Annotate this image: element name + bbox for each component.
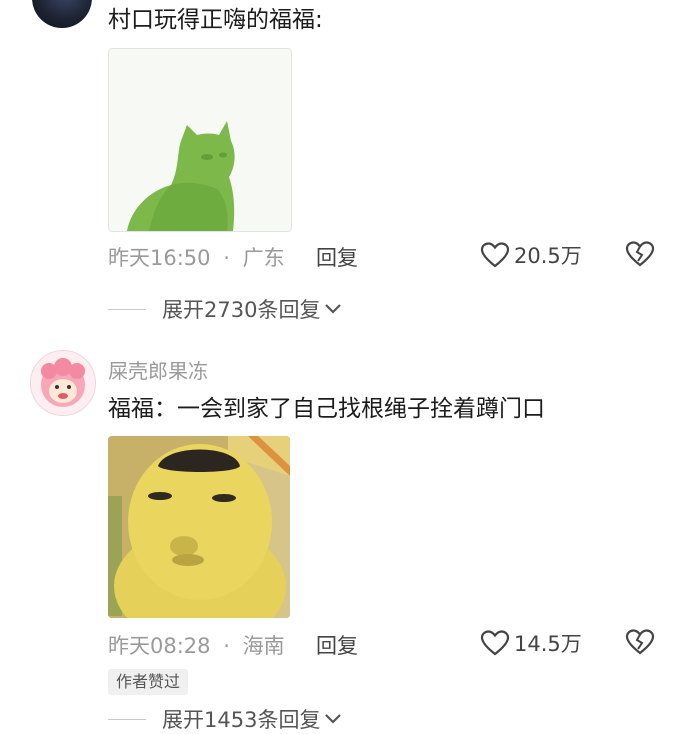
chevron-down-icon — [324, 713, 342, 725]
comment-location: 海南 — [242, 634, 285, 658]
dislike-button[interactable] — [625, 628, 655, 656]
broken-heart-icon — [625, 240, 655, 268]
meta-separator: · — [223, 246, 230, 270]
chevron-down-icon — [324, 303, 342, 315]
reply-button[interactable]: 回复 — [316, 630, 358, 660]
like-count: 14.5万 — [514, 632, 582, 656]
like-count: 20.5万 — [514, 244, 582, 268]
like-button[interactable]: 14.5万 — [480, 628, 582, 658]
comment-time: 昨天16:50 — [108, 246, 211, 270]
expand-divider — [108, 308, 146, 310]
comment-location: 广东 — [242, 246, 285, 270]
comment-image-yellow-meme[interactable] — [108, 436, 290, 618]
broken-heart-icon — [625, 628, 655, 656]
comment-image-green-cat[interactable] — [108, 48, 292, 232]
expand-replies-button[interactable]: 展开2730条回复 — [108, 294, 342, 324]
heart-outline-icon — [480, 629, 510, 657]
dislike-button[interactable] — [625, 240, 655, 268]
reply-button[interactable]: 回复 — [316, 242, 358, 272]
comment-time: 昨天08:28 — [108, 634, 211, 658]
expand-divider — [108, 718, 146, 720]
expand-replies-label: 展开1453条回复 — [162, 708, 321, 732]
expand-replies-button[interactable]: 展开1453条回复 — [108, 704, 342, 734]
commenter-avatar[interactable] — [32, 0, 92, 28]
comment-text: 福福：一会到家了自己找根绳子拴着蹲门口 — [108, 396, 545, 422]
comment-text: 村口玩得正嗨的福福: — [108, 7, 323, 33]
meta-separator: · — [223, 634, 230, 658]
expand-replies-label: 展开2730条回复 — [162, 298, 321, 322]
author-liked-badge: 作者赞过 — [108, 669, 189, 695]
commenter-username[interactable]: 屎壳郎果冻 — [108, 355, 208, 384]
commenter-avatar[interactable] — [30, 350, 96, 416]
heart-outline-icon — [480, 241, 510, 269]
like-button[interactable]: 20.5万 — [480, 240, 582, 270]
